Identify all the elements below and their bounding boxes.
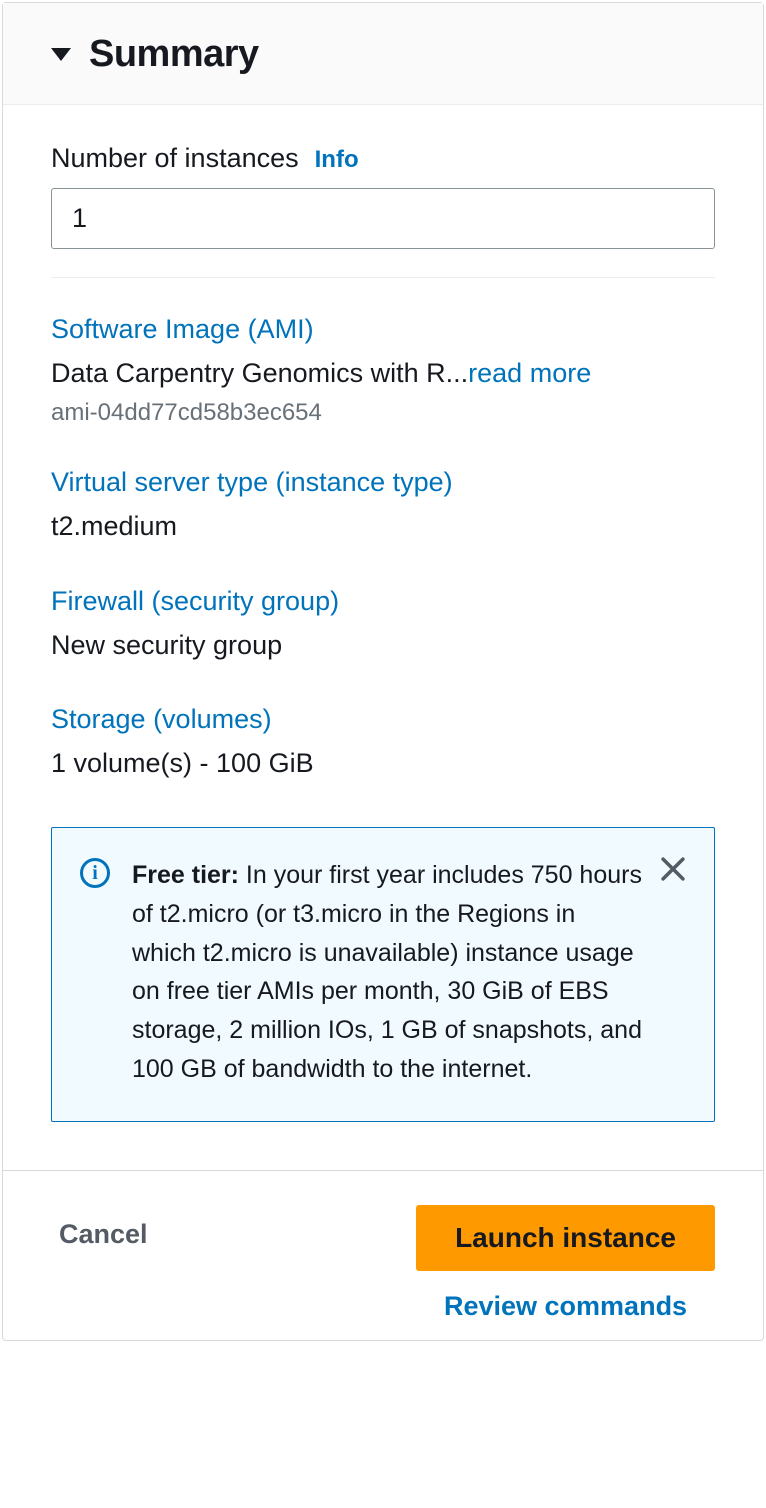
summary-header[interactable]: Summary <box>3 3 763 105</box>
right-actions: Launch instance Review commands <box>416 1205 715 1322</box>
footer: Cancel Launch instance Review commands <box>3 1170 763 1340</box>
ami-value-row: Data Carpentry Genomics with R...read mo… <box>51 355 715 393</box>
ami-name: Data Carpentry Genomics with R... <box>51 358 468 388</box>
review-commands-link[interactable]: Review commands <box>444 1291 687 1322</box>
firewall-value: New security group <box>51 627 715 665</box>
instance-type-heading[interactable]: Virtual server type (instance type) <box>51 467 715 498</box>
close-icon[interactable] <box>656 852 690 886</box>
instances-label: Number of instances <box>51 143 299 174</box>
free-tier-body: In your first year includes 750 hours of… <box>132 861 642 1083</box>
free-tier-text: Free tier: In your first year includes 7… <box>132 856 686 1089</box>
read-more-link[interactable]: read more <box>468 358 591 388</box>
instances-label-row: Number of instances Info <box>51 143 715 174</box>
firewall-section: Firewall (security group) New security g… <box>51 586 715 665</box>
summary-panel: Summary Number of instances Info Softwar… <box>2 2 764 1341</box>
firewall-heading[interactable]: Firewall (security group) <box>51 586 715 617</box>
instances-input[interactable] <box>51 188 715 249</box>
storage-value: 1 volume(s) - 100 GiB <box>51 745 715 783</box>
launch-instance-button[interactable]: Launch instance <box>416 1205 715 1271</box>
caret-down-icon <box>51 48 71 61</box>
info-icon-wrap: i <box>80 856 110 1089</box>
ami-heading[interactable]: Software Image (AMI) <box>51 314 715 345</box>
divider <box>51 277 715 278</box>
cancel-button[interactable]: Cancel <box>51 1205 156 1264</box>
ami-id: ami-04dd77cd58b3ec654 <box>51 399 715 427</box>
summary-body: Number of instances Info Software Image … <box>3 105 763 1170</box>
storage-section: Storage (volumes) 1 volume(s) - 100 GiB <box>51 704 715 783</box>
info-icon: i <box>80 858 110 888</box>
instance-type-section: Virtual server type (instance type) t2.m… <box>51 467 715 546</box>
instance-type-value: t2.medium <box>51 508 715 546</box>
summary-title: Summary <box>89 33 259 76</box>
ami-section: Software Image (AMI) Data Carpentry Geno… <box>51 314 715 427</box>
info-link[interactable]: Info <box>315 146 359 174</box>
free-tier-label: Free tier: <box>132 861 239 889</box>
storage-heading[interactable]: Storage (volumes) <box>51 704 715 735</box>
free-tier-info-box: i Free tier: In your first year includes… <box>51 827 715 1122</box>
